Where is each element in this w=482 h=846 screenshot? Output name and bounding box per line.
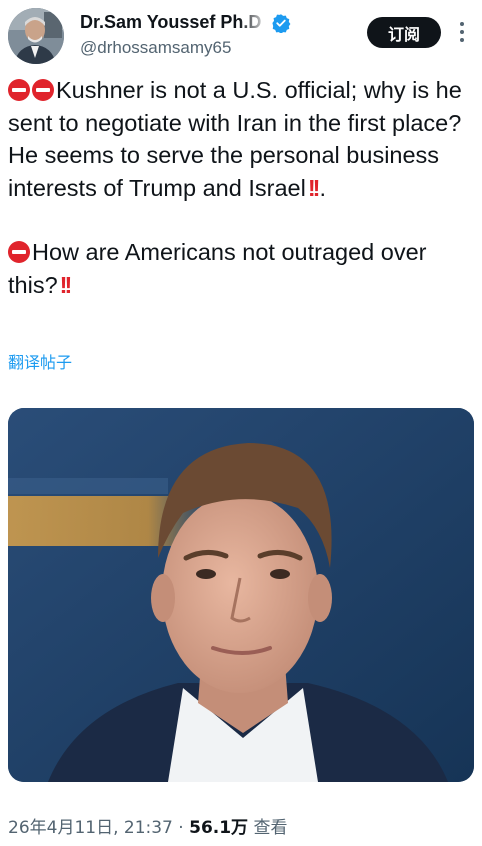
author-handle[interactable]: @drhossamsamy65 — [80, 38, 231, 58]
tweet-text-2: How are Americans not outraged over this… — [8, 239, 427, 298]
tweet-image[interactable] — [8, 408, 474, 782]
name-fade-overlay — [239, 12, 270, 33]
no-entry-icon — [8, 79, 30, 101]
translate-post-link[interactable]: 翻译帖子 — [8, 349, 72, 373]
tweet-meta: 26年4月11日, 21:37 · 56.1万 查看 — [8, 813, 287, 838]
verified-badge-icon — [272, 13, 291, 33]
author-name-row[interactable]: Dr.Sam Youssef Ph.D — [80, 12, 291, 33]
more-options-icon[interactable] — [456, 20, 468, 44]
portrait-photo — [8, 408, 474, 782]
views-label: 查看 — [253, 818, 288, 838]
meta-separator: · — [178, 818, 184, 838]
tweet-text-1-end: . — [319, 174, 326, 201]
more-dot — [460, 38, 464, 42]
view-count: 56.1万 — [189, 818, 249, 838]
tweet-paragraph-1: Kushner is not a U.S. official; why is h… — [8, 74, 478, 204]
more-dot — [460, 22, 464, 26]
subscribe-button[interactable]: 订阅 — [367, 17, 441, 48]
double-exclamation-icon: !! — [307, 174, 321, 201]
no-entry-icon — [32, 79, 54, 101]
author-avatar[interactable] — [8, 8, 64, 64]
no-entry-icon — [8, 241, 30, 263]
author-display-name[interactable]: Dr.Sam Youssef Ph.D — [80, 12, 261, 33]
tweet-paragraph-2: How are Americans not outraged over this… — [8, 236, 478, 301]
double-exclamation-icon: !! — [59, 271, 73, 298]
more-dot — [460, 30, 464, 34]
tweet-timestamp[interactable]: 26年4月11日, 21:37 — [8, 818, 173, 838]
tweet-text-1: Kushner is not a U.S. official; why is h… — [8, 77, 462, 201]
avatar-portrait — [8, 8, 64, 64]
tweet-text: Kushner is not a U.S. official; why is h… — [8, 74, 478, 301]
